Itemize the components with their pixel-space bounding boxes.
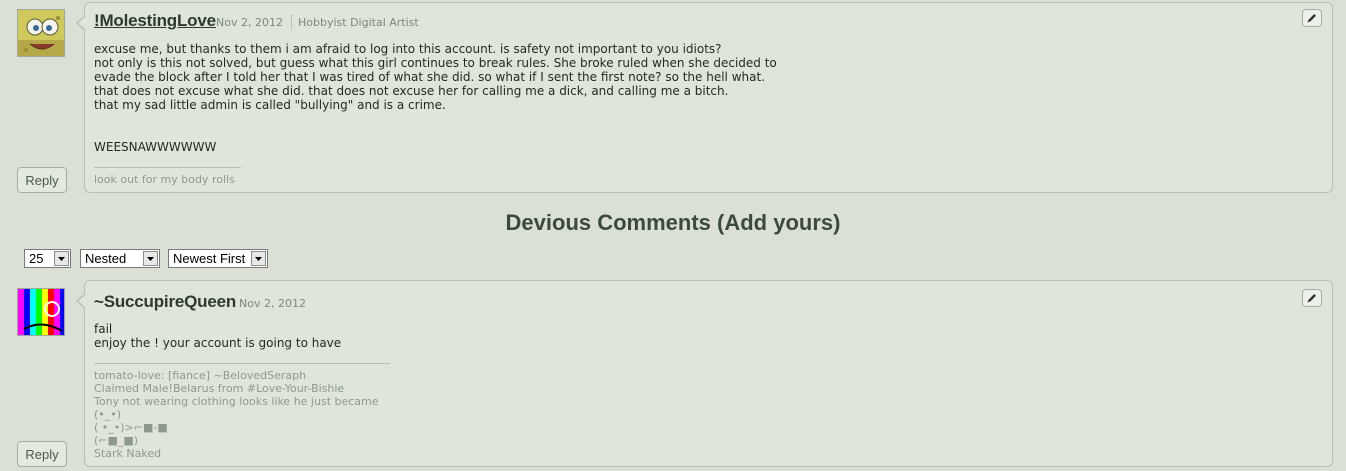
section-title-text[interactable]: Devious Comments (Add yours)	[506, 210, 841, 235]
card-notch	[76, 293, 86, 309]
avatar-image	[18, 289, 64, 335]
comment-author-link[interactable]: !MolestingLove	[94, 11, 216, 31]
chevron-down-icon	[143, 251, 158, 266]
comment-date[interactable]: Nov 2, 2012	[216, 16, 283, 29]
signature-divider	[94, 167, 241, 168]
separator	[291, 15, 292, 29]
edit-button[interactable]	[1302, 289, 1322, 307]
per-page-value: 25	[29, 251, 44, 266]
chevron-down-icon	[251, 251, 266, 266]
signature: tomato-love: [fiance] ~BelovedSeraph Cla…	[94, 369, 379, 460]
comment-body: fail enjoy the ! your account is going t…	[94, 322, 342, 350]
sort-order-select[interactable]: Newest First	[168, 249, 268, 268]
pencil-icon	[1307, 14, 1316, 23]
card-notch	[76, 15, 86, 31]
reply-button[interactable]: Reply	[17, 441, 67, 467]
comment-card: !MolestingLove Nov 2, 2012 Hobbyist Digi…	[76, 2, 1333, 193]
comment-author-link[interactable]: ~SuccupireQueen	[94, 292, 236, 312]
per-page-select[interactable]: 25	[24, 249, 71, 268]
comment-body: excuse me, but thanks to them i am afrai…	[94, 42, 777, 154]
avatar-image	[18, 10, 64, 56]
pencil-icon	[1307, 294, 1316, 303]
chevron-down-icon	[54, 251, 69, 266]
signature: look out for my body rolls	[94, 173, 235, 186]
sort-order-value: Newest First	[173, 251, 246, 266]
reply-button[interactable]: Reply	[17, 167, 67, 193]
edit-button[interactable]	[1302, 9, 1322, 27]
signature-divider	[94, 363, 390, 364]
comment-card: ~SuccupireQueen Nov 2, 2012 fail enjoy t…	[76, 280, 1333, 467]
comment-date[interactable]: Nov 2, 2012	[239, 297, 306, 310]
avatar[interactable]	[17, 288, 65, 336]
avatar[interactable]	[17, 9, 65, 57]
section-title: Devious Comments (Add yours)	[0, 210, 1346, 236]
view-mode-select[interactable]: Nested	[80, 249, 160, 268]
author-role: Hobbyist Digital Artist	[298, 16, 419, 29]
view-mode-value: Nested	[85, 251, 127, 266]
